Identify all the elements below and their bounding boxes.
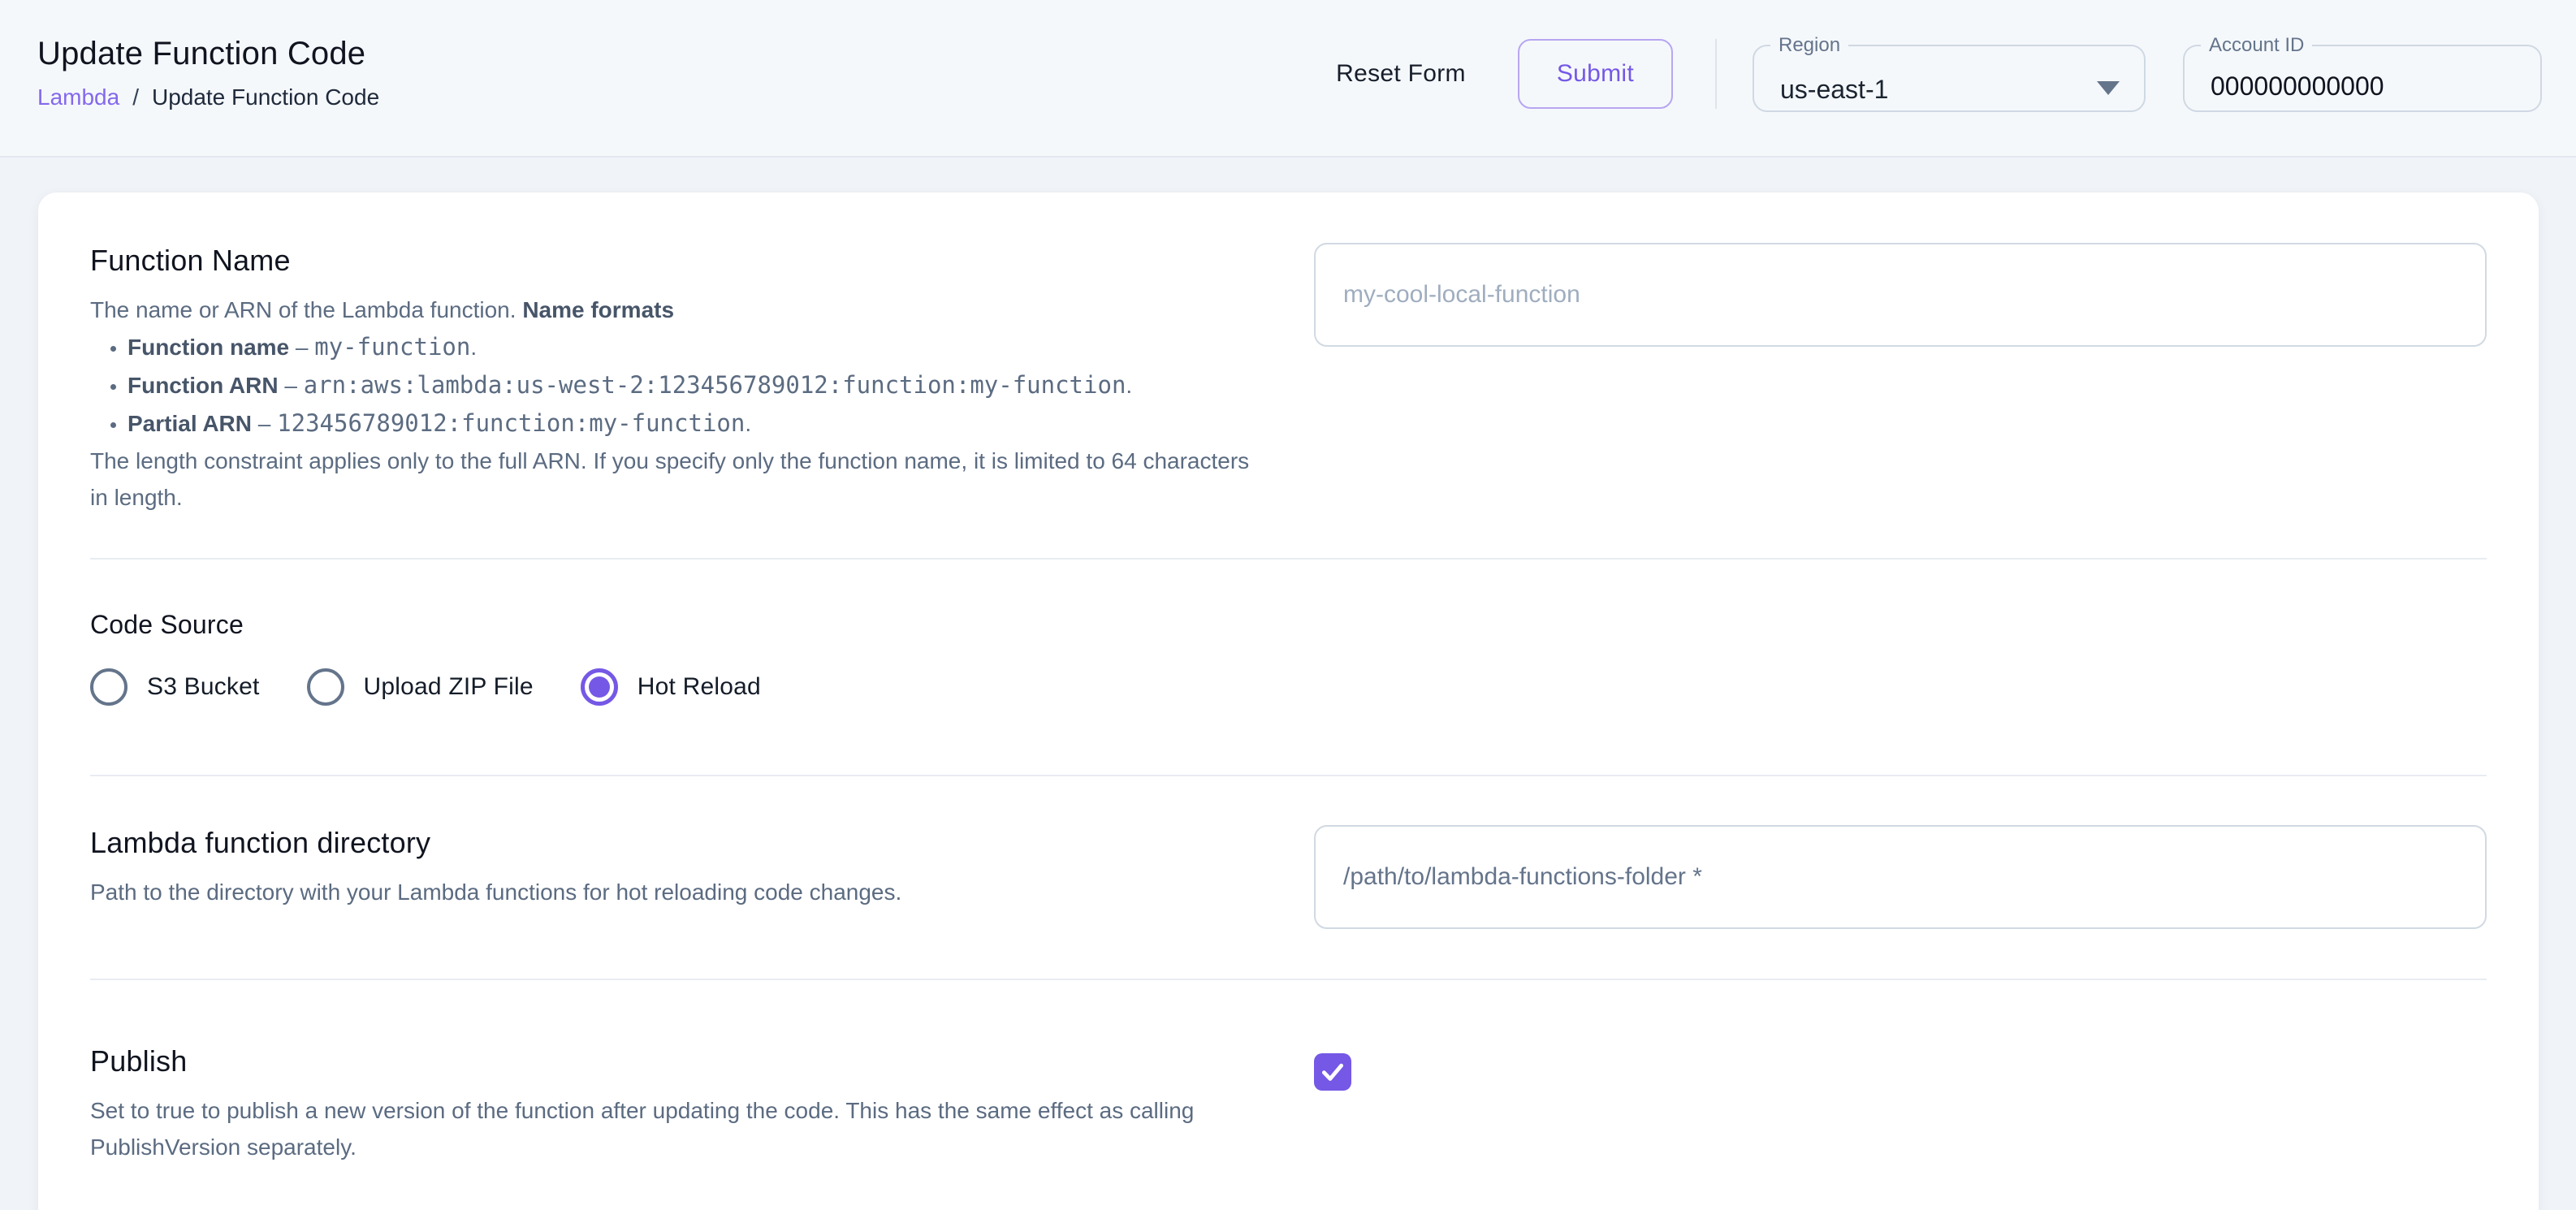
- code-source-label: Code Source: [90, 608, 2487, 641]
- directory-section: Lambda function directory Path to the di…: [90, 776, 2487, 979]
- account-id-fieldset: Account ID: [2183, 36, 2542, 112]
- radio-option-hot-reload[interactable]: Hot Reload: [581, 668, 761, 706]
- breadcrumb-link-lambda[interactable]: Lambda: [37, 84, 119, 110]
- account-id-input[interactable]: [2211, 71, 2488, 102]
- breadcrumb: Lambda / Update Function Code: [37, 84, 379, 110]
- function-name-section: Function Name The name or ARN of the Lam…: [90, 192, 2487, 558]
- page-header: Update Function Code Lambda / Update Fun…: [0, 0, 2576, 158]
- chevron-down-icon: [2097, 81, 2120, 95]
- radio-option-upload-zip[interactable]: Upload ZIP File: [307, 668, 534, 706]
- reset-form-button[interactable]: Reset Form: [1316, 44, 1485, 104]
- header-title-block: Update Function Code Lambda / Update Fun…: [37, 34, 379, 110]
- directory-input[interactable]: [1314, 825, 2487, 929]
- region-label: Region: [1770, 36, 1848, 55]
- publish-description: Set to true to publish a new version of …: [90, 1092, 1257, 1165]
- function-name-heading: Function Name: [90, 243, 1257, 279]
- radio-selected-icon: [581, 668, 618, 706]
- header-vertical-divider: [1715, 39, 1717, 109]
- header-actions: Reset Form Submit Region us-east-1 Accou…: [1316, 36, 2542, 112]
- directory-heading: Lambda function directory: [90, 825, 1257, 861]
- code-source-section: Code Source S3 Bucket Upload ZIP File Ho…: [90, 560, 2487, 775]
- directory-description: Path to the directory with your Lambda f…: [90, 874, 1257, 910]
- radio-icon: [90, 668, 128, 706]
- code-source-radio-group: S3 Bucket Upload ZIP File Hot Reload: [90, 668, 2487, 706]
- breadcrumb-current: Update Function Code: [152, 84, 379, 110]
- region-select[interactable]: Region us-east-1: [1753, 36, 2146, 112]
- function-name-input[interactable]: [1314, 243, 2487, 347]
- account-id-label: Account ID: [2201, 36, 2312, 55]
- list-item: Function name – my-function.: [128, 328, 1257, 366]
- function-name-description: The name or ARN of the Lambda function. …: [90, 292, 1257, 516]
- publish-heading: Publish: [90, 1044, 1257, 1079]
- region-value: us-east-1: [1780, 75, 1888, 105]
- submit-button[interactable]: Submit: [1518, 39, 1673, 109]
- breadcrumb-separator: /: [132, 84, 139, 110]
- radio-icon: [307, 668, 344, 706]
- check-icon: [1319, 1058, 1346, 1086]
- page-main: Function Name The name or ARN of the Lam…: [0, 158, 2576, 1210]
- radio-option-s3-bucket[interactable]: S3 Bucket: [90, 668, 260, 706]
- name-format-list: Function name – my-function. Function AR…: [90, 328, 1257, 443]
- list-item: Partial ARN – 123456789012:function:my-f…: [128, 404, 1257, 443]
- form-card: Function Name The name or ARN of the Lam…: [37, 192, 2539, 1210]
- publish-section: Publish Set to true to publish a new ver…: [90, 980, 2487, 1210]
- list-item: Function ARN – arn:aws:lambda:us-west-2:…: [128, 366, 1257, 404]
- publish-checkbox[interactable]: [1314, 1053, 1351, 1091]
- page-title: Update Function Code: [37, 34, 379, 73]
